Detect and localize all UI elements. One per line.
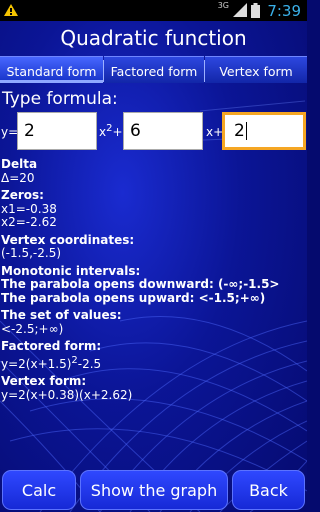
coefficient-b-value: 6 <box>130 121 141 141</box>
values-value: <-2.5;+∞) <box>1 321 64 336</box>
vertex-form-value: y=2(x+0.38)(x+2.62) <box>1 387 133 402</box>
monotonic-title: Monotonic intervals: <box>1 263 141 278</box>
tab-vertex-form[interactable]: Vertex form <box>205 56 307 83</box>
monotonic-down: The parabola opens downward: (-∞;-1.5> <box>1 277 280 291</box>
zero-x1: x1=-0.38 <box>1 201 57 216</box>
back-button[interactable]: Back <box>232 470 305 510</box>
delta-value: Δ=20 <box>1 170 35 185</box>
vertex-value: (-1.5,-2.5) <box>1 246 62 260</box>
x-plus-label: x+ <box>206 125 224 139</box>
network-type: 3G <box>217 1 229 10</box>
coefficient-c-value: 2 <box>234 121 245 141</box>
coefficient-a-value: 2 <box>24 121 35 141</box>
battery-icon <box>251 3 260 18</box>
zeros-title: Zeros: <box>1 188 44 202</box>
y-equals-label: y= <box>1 125 19 139</box>
monotonic-up: The parabola opens upward: <-1.5;+∞) <box>1 290 266 305</box>
x-squared-label: x2+ <box>99 123 123 140</box>
tab-standard-form[interactable]: Standard form <box>0 56 103 83</box>
results-panel: Delta Δ=20 Zeros: x1=-0.38 x2=-2.62 Vert… <box>1 157 306 402</box>
coefficient-a-input[interactable]: 2 <box>17 112 97 150</box>
show-graph-button[interactable]: Show the graph <box>80 470 228 510</box>
status-bar: 3G 7:39 <box>0 0 307 21</box>
values-title: The set of values: <box>1 308 122 322</box>
type-formula-label: Type formula: <box>2 89 118 109</box>
page-title: Quadratic function <box>60 26 247 50</box>
vertex-form-title: Vertex form: <box>1 374 87 388</box>
vertex-title: Vertex coordinates: <box>1 232 135 247</box>
calc-button[interactable]: Calc <box>2 470 76 510</box>
delta-title: Delta <box>1 157 38 171</box>
zero-x2: x2=-2.62 <box>1 215 57 229</box>
factored-title: Factored form: <box>1 339 102 353</box>
warning-icon <box>4 4 18 16</box>
coefficient-c-input[interactable]: 2 <box>222 112 306 150</box>
tab-bar: Standard form Factored form Vertex form <box>0 56 307 84</box>
coefficient-b-input[interactable]: 6 <box>123 112 203 150</box>
clock: 7:39 <box>267 2 301 20</box>
signal-icon <box>233 3 247 17</box>
tab-factored-form[interactable]: Factored form <box>104 56 204 83</box>
factored-value: y=2(x+1.5)2-2.5 <box>1 354 102 371</box>
text-cursor <box>245 122 247 140</box>
